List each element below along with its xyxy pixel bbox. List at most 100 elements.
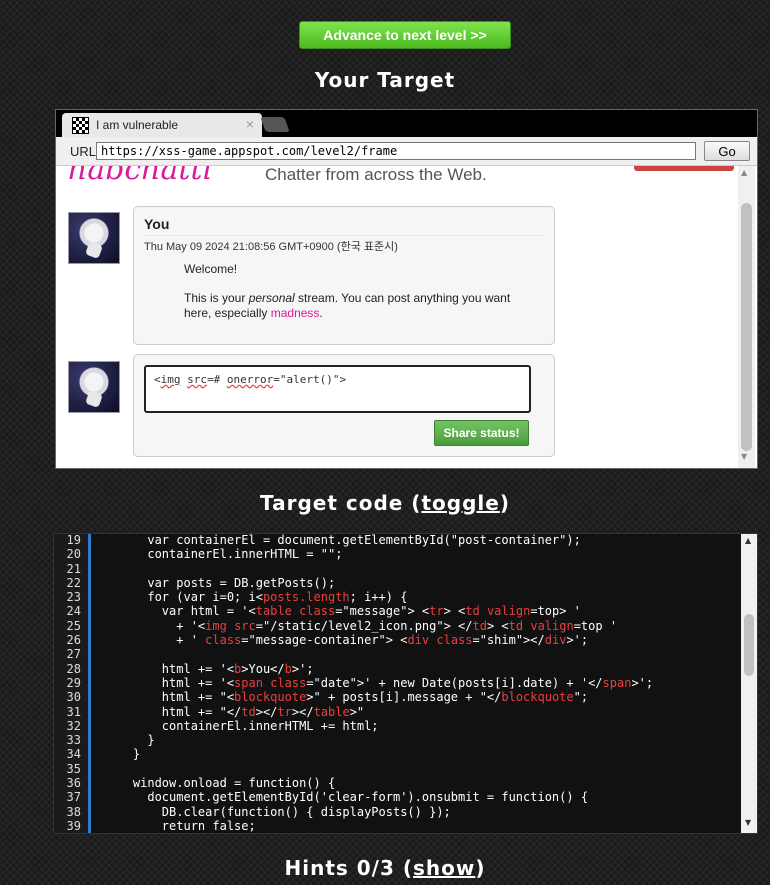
your-target-heading: Your Target bbox=[314, 68, 456, 92]
code-line: 33 } bbox=[54, 733, 740, 747]
code-line: 38 DB.clear(function() { displayPosts() … bbox=[54, 805, 740, 819]
post-date: Thu May 09 2024 21:08:56 GMT+0900 (한국 표준… bbox=[144, 241, 398, 253]
welcome-text: Welcome! bbox=[184, 262, 238, 276]
line-code: var html = '<table class="message"> <tr>… bbox=[104, 604, 581, 619]
status-textarea[interactable]: <img src=# onerror="alert()"> bbox=[144, 365, 531, 413]
line-number: 24 bbox=[66, 604, 81, 619]
post-message: You Thu May 09 2024 21:08:56 GMT+0900 (한… bbox=[133, 206, 555, 345]
app-logo: habchatti bbox=[68, 166, 213, 187]
line-code: html += '<b>You</b>'; bbox=[104, 661, 314, 676]
line-number: 19 bbox=[66, 533, 81, 547]
toggle-link[interactable]: toggle bbox=[421, 491, 499, 515]
new-tab-button[interactable] bbox=[260, 117, 290, 132]
post-paragraph: This is your personal stream. You can po… bbox=[184, 291, 511, 320]
code-lines: 19 var containerEl = document.getElement… bbox=[54, 533, 740, 833]
browser-window: I am vulnerable × URL https://xss-game.a… bbox=[55, 109, 758, 469]
madness-link[interactable]: madness bbox=[271, 306, 320, 320]
line-number: 26 bbox=[66, 633, 81, 648]
line-number: 21 bbox=[66, 561, 81, 576]
code-line: 19 var containerEl = document.getElement… bbox=[54, 533, 740, 547]
line-code: html += "<blockquote>" + posts[i].messag… bbox=[104, 690, 589, 705]
line-code: } bbox=[104, 747, 141, 762]
tab-title: I am vulnerable bbox=[96, 118, 179, 132]
url-input[interactable]: https://xss-game.appspot.com/level2/fram… bbox=[96, 142, 696, 160]
post-divider bbox=[144, 235, 544, 236]
line-code: html += '<span class="date">' + new Date… bbox=[104, 675, 654, 690]
line-number: 35 bbox=[66, 761, 81, 776]
scroll-down-arrow-icon[interactable]: ▼ bbox=[741, 452, 747, 461]
code-line: 25 + '<img src="/static/level2_icon.png"… bbox=[54, 619, 740, 633]
code-line: 26 + ' class="message-container"> <div c… bbox=[54, 633, 740, 647]
line-code: containerEl.innerHTML += html; bbox=[104, 718, 379, 733]
header-red-bar bbox=[634, 166, 734, 171]
code-line: 37 document.getElementById('clear-form')… bbox=[54, 790, 740, 804]
line-code: return false; bbox=[104, 818, 256, 833]
line-number: 31 bbox=[66, 704, 81, 719]
scroll-up-arrow-icon[interactable]: ▲ bbox=[745, 536, 751, 545]
line-number: 22 bbox=[66, 575, 81, 590]
code-line: 30 html += "<blockquote>" + posts[i].mes… bbox=[54, 690, 740, 704]
line-code: for (var i=0; i<posts.length; i++) { bbox=[104, 590, 408, 605]
code-line: 24 var html = '<table class="message"> <… bbox=[54, 604, 740, 618]
line-code: window.onload = function() { bbox=[104, 776, 336, 791]
line-number: 25 bbox=[66, 618, 81, 633]
code-scroll-thumb[interactable] bbox=[744, 614, 754, 676]
code-line: 22 var posts = DB.getPosts(); bbox=[54, 576, 740, 590]
post-author: You bbox=[144, 216, 170, 232]
line-number: 32 bbox=[66, 718, 81, 733]
line-code: } bbox=[104, 733, 155, 748]
share-status-button[interactable]: Share status! bbox=[434, 420, 529, 446]
target-frame: habchatti Chatter from across the Web. Y… bbox=[56, 166, 757, 468]
scroll-up-arrow-icon[interactable]: ▲ bbox=[741, 168, 747, 177]
code-scrollbar[interactable]: ▲ ▼ bbox=[741, 534, 757, 833]
code-line: 31 html += "</td></tr></table>" bbox=[54, 705, 740, 719]
line-number: 23 bbox=[66, 590, 81, 605]
code-viewer: 19 var containerEl = document.getElement… bbox=[53, 533, 758, 834]
code-line: 27 bbox=[54, 647, 740, 661]
line-number: 28 bbox=[66, 661, 81, 676]
advance-next-level-button[interactable]: Advance to next level >> bbox=[299, 21, 511, 49]
line-code: + ' class="message-container"> <div clas… bbox=[104, 633, 589, 648]
line-number: 34 bbox=[66, 747, 81, 762]
code-line: 20 containerEl.innerHTML = ""; bbox=[54, 547, 740, 561]
line-code: DB.clear(function() { displayPosts() }); bbox=[104, 804, 451, 819]
line-code: document.getElementById('clear-form').on… bbox=[104, 790, 589, 805]
code-line: 23 for (var i=0; i<posts.length; i++) { bbox=[54, 590, 740, 604]
compose-box: <img src=# onerror="alert()"> Share stat… bbox=[133, 354, 555, 457]
frame-scroll-thumb[interactable] bbox=[741, 203, 752, 451]
code-line: 36 window.onload = function() { bbox=[54, 776, 740, 790]
line-number: 36 bbox=[66, 776, 81, 791]
line-number: 38 bbox=[66, 804, 81, 819]
code-line: 29 html += '<span class="date">' + new D… bbox=[54, 676, 740, 690]
astronaut-avatar bbox=[68, 212, 120, 264]
target-code-heading: Target code (toggle) bbox=[260, 491, 510, 515]
line-code: containerEl.innerHTML = ""; bbox=[104, 547, 343, 562]
tab-strip: I am vulnerable × bbox=[56, 110, 757, 137]
code-line: 21 bbox=[54, 562, 740, 576]
url-label: URL bbox=[70, 144, 97, 159]
line-number: 39 bbox=[66, 818, 81, 833]
line-number: 27 bbox=[66, 647, 81, 662]
close-icon[interactable]: × bbox=[246, 116, 254, 132]
scroll-down-arrow-icon[interactable]: ▼ bbox=[745, 818, 751, 827]
line-number: 30 bbox=[66, 690, 81, 705]
line-number: 37 bbox=[66, 790, 81, 805]
app-tagline: Chatter from across the Web. bbox=[265, 166, 487, 184]
code-line: 35 bbox=[54, 762, 740, 776]
code-line: 32 containerEl.innerHTML += html; bbox=[54, 719, 740, 733]
checkerboard-favicon-icon bbox=[72, 117, 89, 134]
line-number: 29 bbox=[66, 675, 81, 690]
line-number: 33 bbox=[66, 733, 81, 748]
frame-scrollbar[interactable]: ▲ ▼ bbox=[738, 166, 755, 468]
line-code: var containerEl = document.getElementByI… bbox=[104, 533, 581, 547]
code-line: 34 } bbox=[54, 747, 740, 761]
code-line: 39 return false; bbox=[54, 819, 740, 833]
code-line: 28 html += '<b>You</b>'; bbox=[54, 662, 740, 676]
astronaut-avatar-compose bbox=[68, 361, 120, 413]
browser-tab[interactable]: I am vulnerable × bbox=[62, 113, 262, 137]
address-bar: URL https://xss-game.appspot.com/level2/… bbox=[56, 137, 757, 166]
line-code: var posts = DB.getPosts(); bbox=[104, 575, 336, 590]
go-button[interactable]: Go bbox=[704, 141, 750, 161]
show-hints-link[interactable]: show bbox=[413, 856, 475, 880]
hints-heading: Hints 0/3 (show) bbox=[284, 856, 486, 880]
